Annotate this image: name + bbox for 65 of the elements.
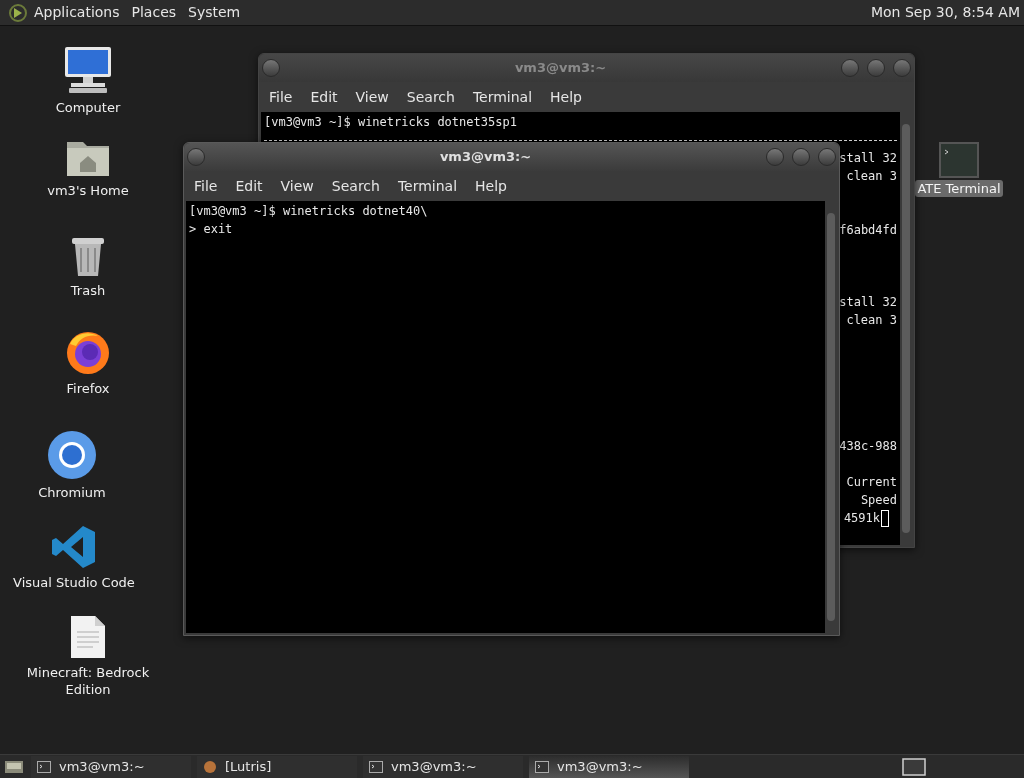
window-menu-button[interactable] bbox=[187, 148, 205, 166]
window-title: vm3@vm3:~ bbox=[438, 148, 533, 167]
menu-item[interactable]: Help bbox=[469, 175, 513, 197]
close-button[interactable] bbox=[893, 59, 911, 77]
scrollbar[interactable] bbox=[900, 112, 912, 545]
terminal-line: f6abd4fd bbox=[839, 222, 897, 239]
terminal-icon bbox=[535, 760, 549, 773]
terminal-line: 438c-988 bbox=[839, 438, 897, 455]
terminal-line: Current bbox=[846, 474, 897, 491]
panel-menu[interactable]: Places bbox=[131, 2, 177, 23]
code-editor-icon bbox=[51, 524, 97, 570]
menu-item[interactable]: Search bbox=[325, 175, 386, 197]
terminal-line: [vm3@vm3 ~]$ winetricks dotnet35sp1 bbox=[264, 114, 518, 131]
desktop-icon-label[interactable]: Firefox bbox=[23, 380, 153, 397]
terminal-line: clean 3 bbox=[846, 168, 897, 185]
desktop-icon-label[interactable]: Minecraft: Bedrock Edition bbox=[23, 664, 153, 698]
minimize-button[interactable] bbox=[841, 59, 859, 77]
menu-logo-icon[interactable] bbox=[8, 2, 28, 23]
menu-item[interactable]: Terminal bbox=[391, 175, 464, 197]
menu-item[interactable]: Terminal bbox=[466, 86, 539, 108]
workspace-switcher-icon[interactable] bbox=[902, 757, 926, 776]
menu-item[interactable]: Search bbox=[400, 86, 461, 108]
ball-icon bbox=[203, 759, 217, 774]
desktop-icon-label[interactable]: ATE Terminal bbox=[915, 180, 1003, 197]
maximize-button[interactable] bbox=[867, 59, 885, 77]
window-menu-button[interactable] bbox=[262, 59, 280, 77]
terminal-line: stall 32 bbox=[839, 294, 897, 311]
taskbar-button[interactable]: vm3@vm3:~ bbox=[363, 755, 523, 778]
desktop-icon-label[interactable]: Computer bbox=[23, 99, 153, 116]
close-button[interactable] bbox=[818, 148, 836, 166]
desktop-icon-label[interactable]: Visual Studio Code bbox=[9, 574, 139, 591]
terminal-line: [vm3@vm3 ~]$ winetricks dotnet40\ bbox=[189, 203, 429, 220]
title-bar[interactable]: vm3@vm3:~ bbox=[184, 143, 839, 171]
scrollbar[interactable] bbox=[825, 201, 837, 633]
desktop-icon-label[interactable]: Trash bbox=[23, 282, 153, 299]
menu-item[interactable]: File bbox=[263, 86, 299, 108]
clock[interactable]: Mon Sep 30, 8:54 AM bbox=[870, 2, 1020, 23]
computer-icon bbox=[63, 45, 113, 95]
menu-item[interactable]: File bbox=[188, 175, 224, 197]
window-title: vm3@vm3:~ bbox=[513, 59, 608, 78]
taskbar-button[interactable]: vm3@vm3:~ bbox=[31, 755, 191, 778]
taskbar-button[interactable]: vm3@vm3:~ bbox=[529, 755, 689, 778]
terminal-line: 4591k bbox=[843, 510, 880, 527]
terminal-line: clean 3 bbox=[846, 312, 897, 329]
terminal-line: stall 32 bbox=[839, 150, 897, 167]
panel-menu[interactable]: System bbox=[188, 2, 241, 23]
maximize-button[interactable] bbox=[792, 148, 810, 166]
show-desktop-icon[interactable] bbox=[4, 758, 24, 775]
desktop-icon-label[interactable]: Chromium bbox=[7, 484, 137, 501]
menu-item[interactable]: View bbox=[349, 86, 395, 108]
terminal-icon bbox=[37, 760, 51, 773]
document-icon bbox=[69, 614, 107, 660]
menu-item[interactable]: Edit bbox=[229, 175, 269, 197]
chromium-icon bbox=[47, 430, 97, 480]
menu-item[interactable]: Edit bbox=[304, 86, 344, 108]
terminal-line: Speed bbox=[860, 492, 897, 509]
desktop-icon-label[interactable]: vm3's Home bbox=[23, 182, 153, 199]
terminal-icon bbox=[369, 760, 383, 773]
menu-item[interactable]: View bbox=[274, 175, 320, 197]
terminal-line: > exit bbox=[189, 221, 234, 238]
panel-menu[interactable]: Applications bbox=[34, 2, 120, 23]
menu-item[interactable]: Help bbox=[544, 86, 588, 108]
taskbar-button[interactable]: [Lutris] bbox=[197, 755, 357, 778]
minimize-button[interactable] bbox=[766, 148, 784, 166]
terminal-icon[interactable] bbox=[939, 142, 979, 178]
